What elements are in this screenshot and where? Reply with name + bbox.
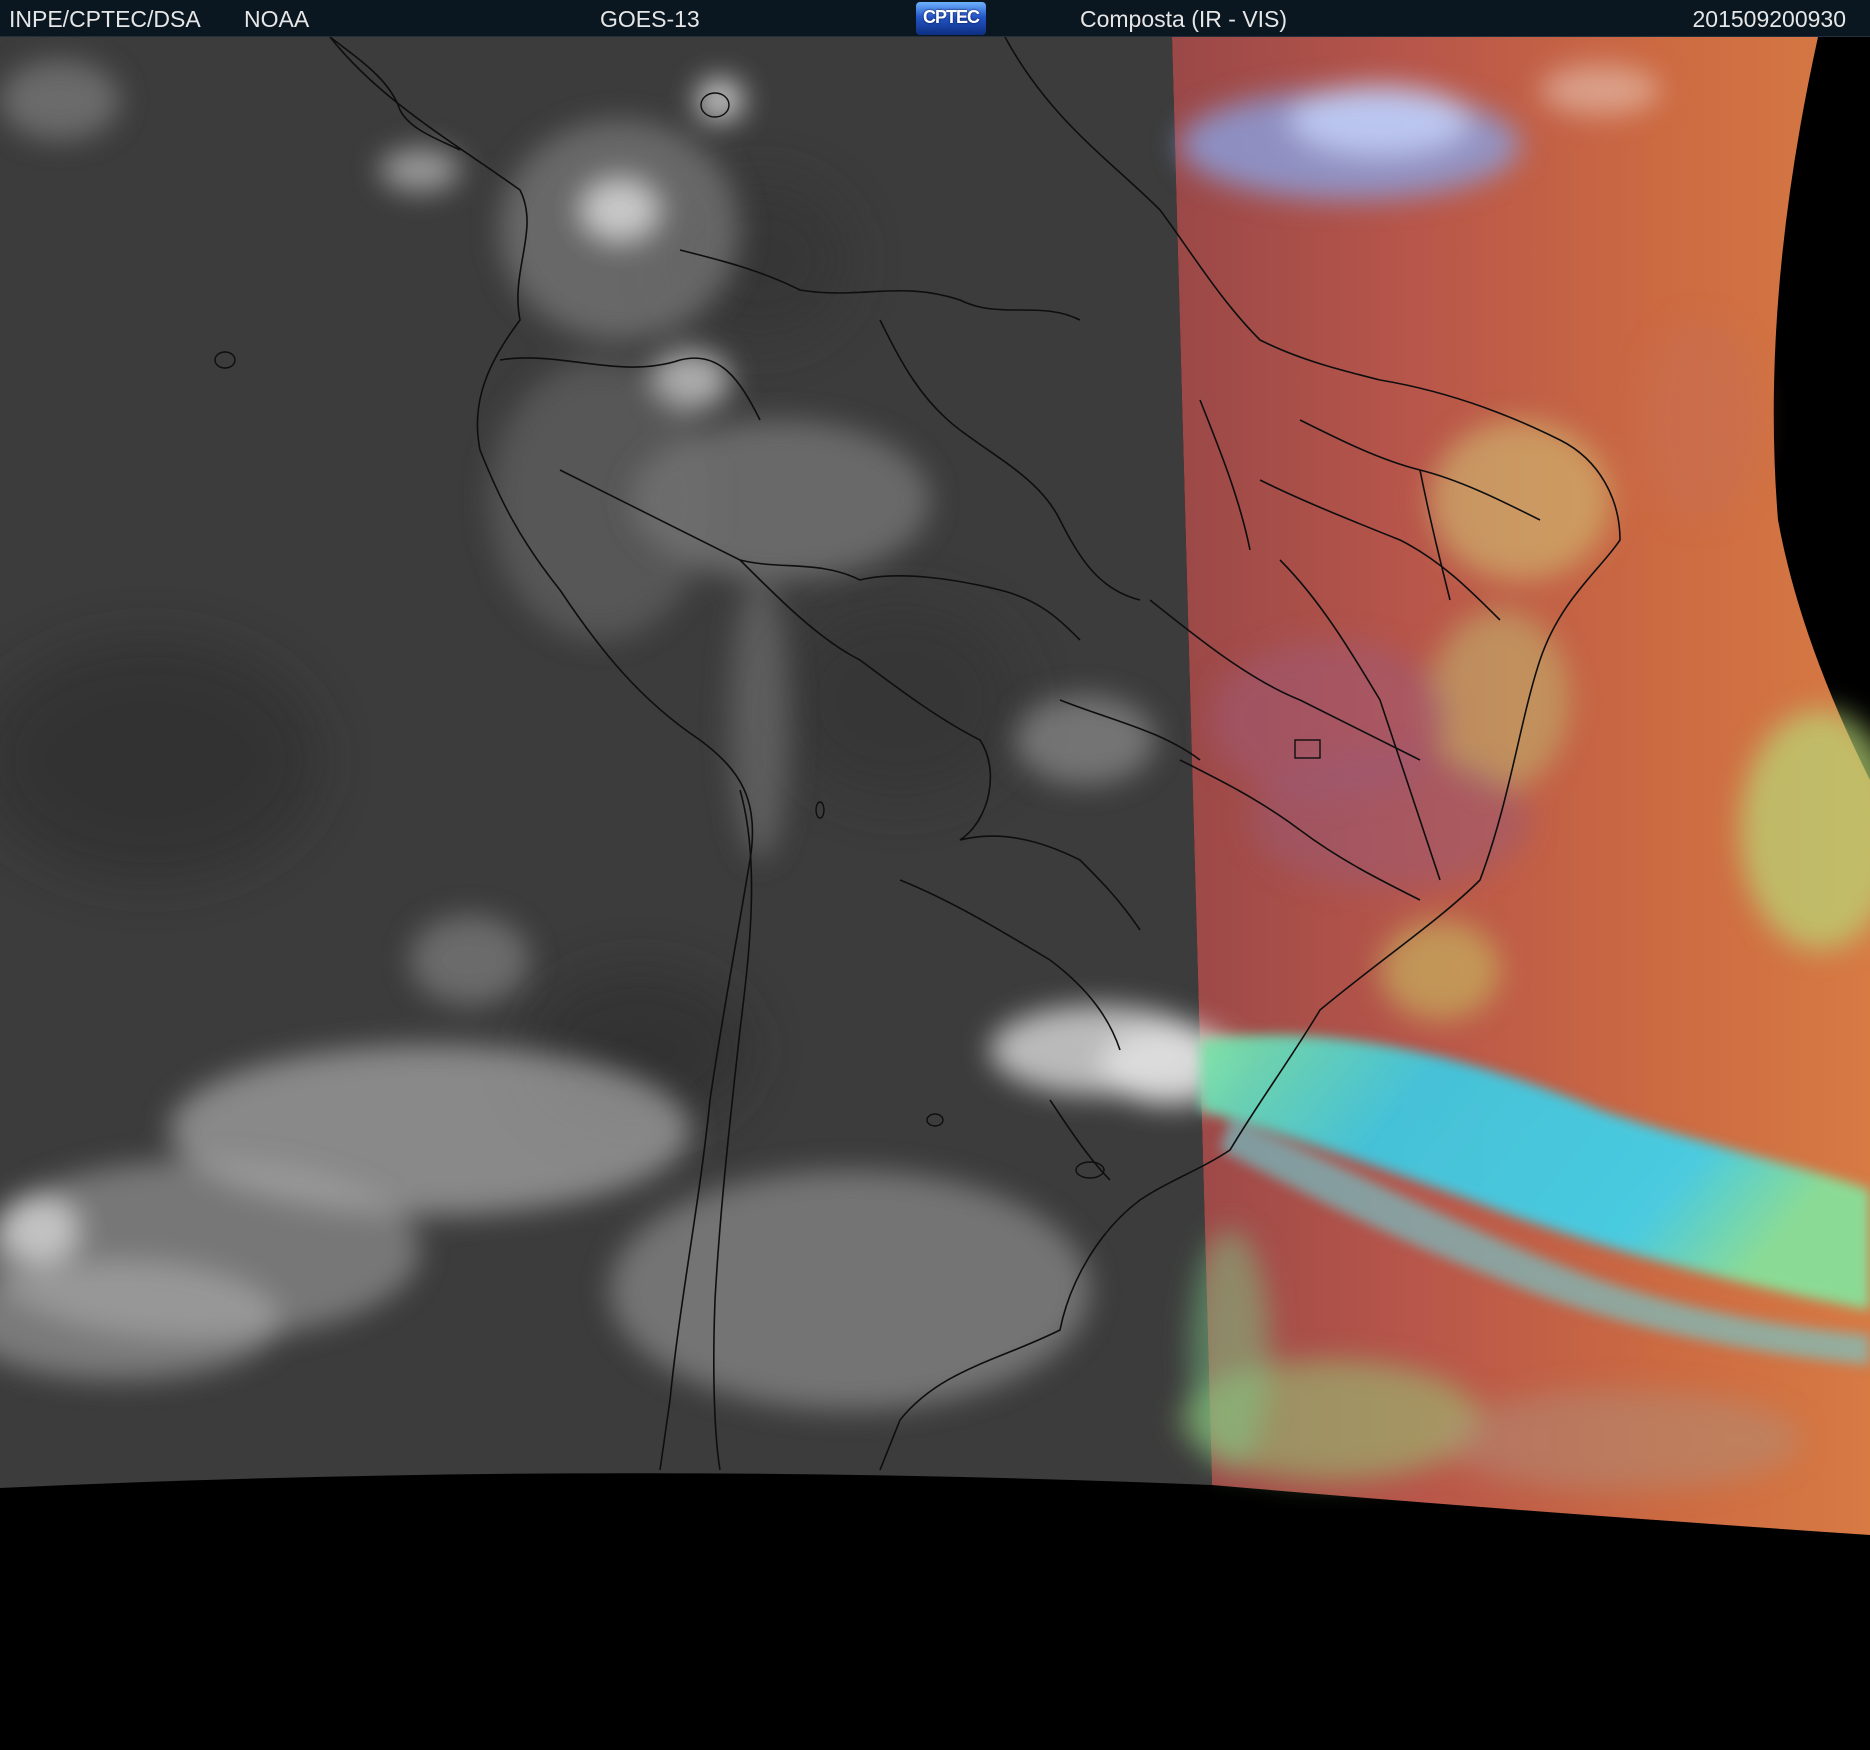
timestamp-label: 201509200930: [1692, 6, 1847, 32]
logo-text: CPTEC: [922, 7, 980, 27]
agency-label: NOAA: [244, 6, 310, 32]
satellite-image: [0, 37, 1870, 1750]
satellite-label: GOES-13: [600, 6, 700, 32]
header-bar: INPE/CPTEC/DSA NOAA GOES-13 CPTEC Compos…: [0, 0, 1870, 37]
product-label: Composta (IR - VIS): [1080, 6, 1288, 32]
source-label: INPE/CPTEC/DSA: [9, 6, 201, 32]
cptec-logo: CPTEC: [916, 2, 986, 35]
